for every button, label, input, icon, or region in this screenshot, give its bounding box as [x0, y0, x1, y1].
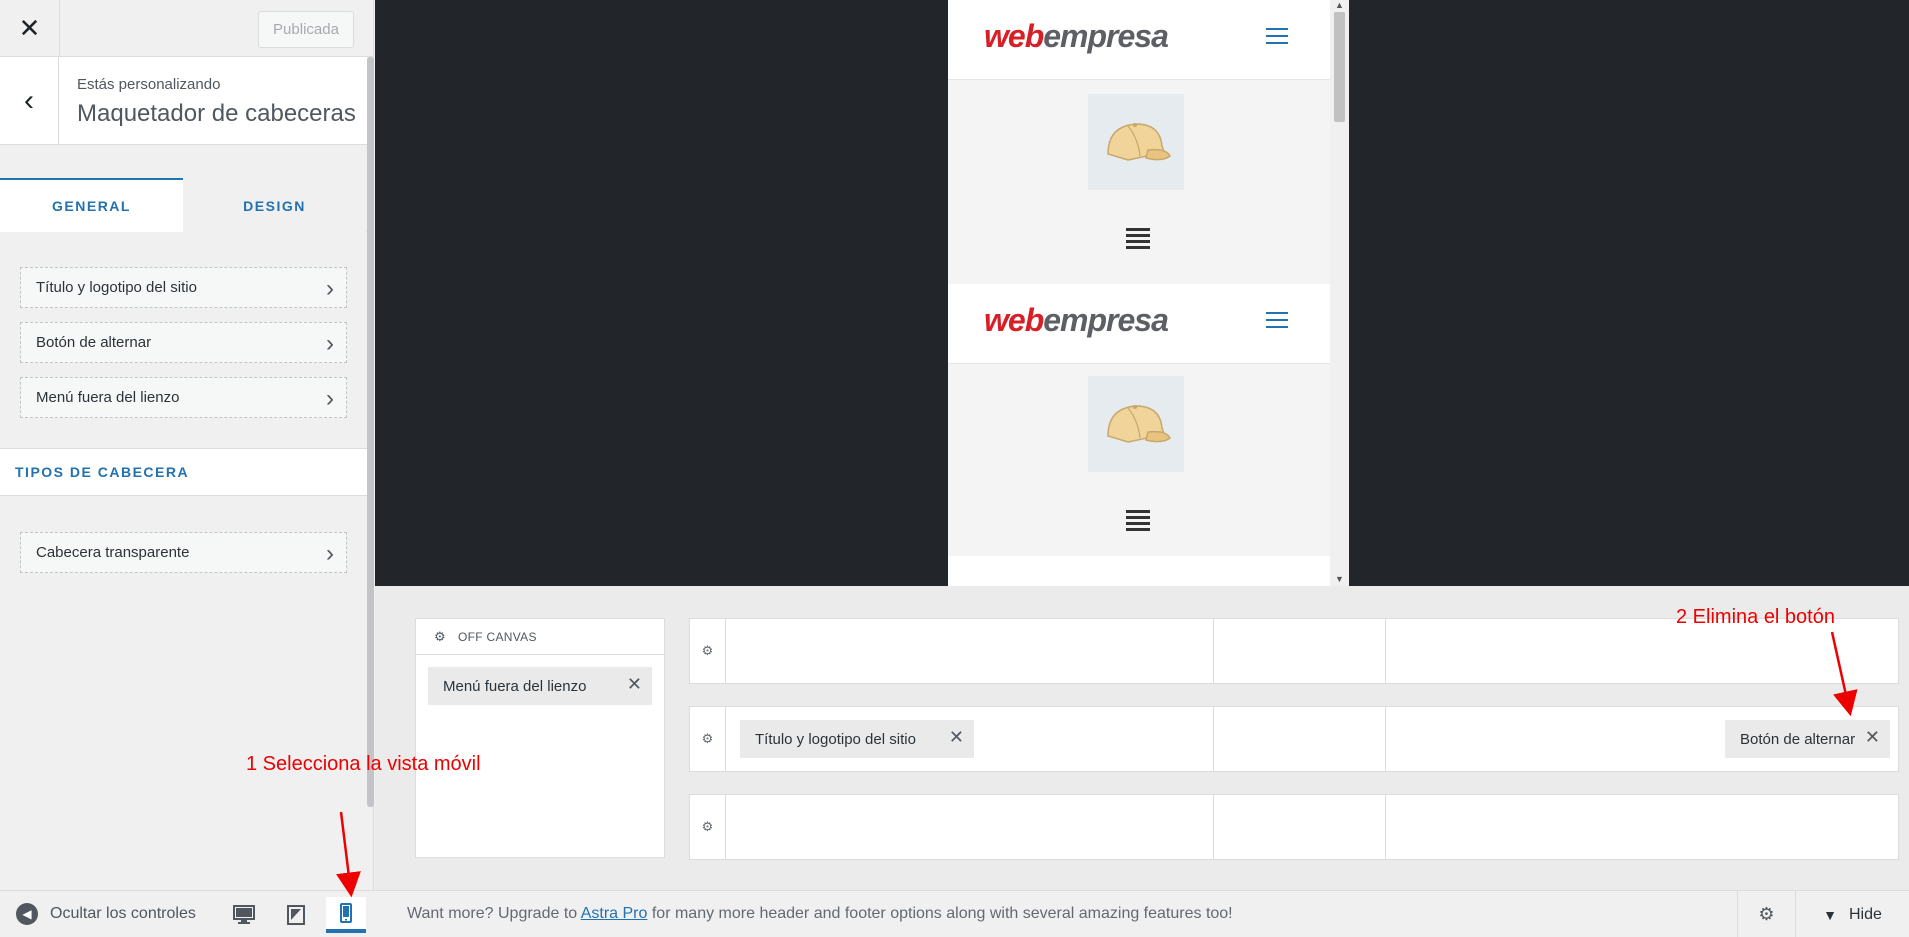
hamburger-menu-icon[interactable] [1266, 312, 1288, 330]
chevron-right-icon: › [326, 385, 334, 412]
off-canvas-panel: ⚙ OFF CANVAS Menú fuera del lienzo ✕ [415, 618, 665, 858]
back-button[interactable]: ‹ [0, 57, 59, 145]
column-divider [1213, 619, 1214, 683]
collapse-arrow-icon: ◀ [16, 903, 38, 925]
column-divider [1385, 619, 1386, 683]
desktop-icon [233, 905, 255, 924]
remove-item-icon[interactable]: ✕ [627, 674, 642, 695]
builder-item-label: Botón de alternar [1740, 730, 1856, 748]
gear-icon[interactable]: ⚙ [434, 629, 446, 645]
section-title: Maquetador de cabeceras [77, 100, 356, 127]
preview-site-header [948, 556, 1330, 586]
builder-item-label: Título y logotipo del sitio [755, 730, 916, 748]
remove-item-icon[interactable]: ✕ [949, 727, 964, 748]
builder-row-below-header: ⚙ [689, 794, 1899, 860]
hide-builder-button[interactable]: ▼ Hide [1795, 891, 1909, 937]
close-customizer-button[interactable]: ✕ [0, 0, 60, 57]
site-preview: webempresa webempresa ▲ ▼ [375, 0, 1909, 586]
cap-icon [1107, 405, 1171, 443]
preview-scrollbar[interactable]: ▲ ▼ [1330, 0, 1349, 586]
chevron-down-icon: ▼ [1823, 906, 1837, 923]
column-divider [1385, 707, 1386, 771]
astra-pro-link[interactable]: Astra Pro [581, 905, 648, 922]
header-builder: ⚙ OFF CANVAS Menú fuera del lienzo ✕ ⚙ ⚙… [375, 586, 1909, 890]
scroll-down-icon[interactable]: ▼ [1335, 574, 1344, 584]
chevron-right-icon: › [326, 330, 334, 357]
panel-item-label: Cabecera transparente [36, 544, 190, 561]
annotation-step-2: 2 Elimina el botón [1676, 606, 1835, 628]
panel-item-off-canvas-menu[interactable]: Menú fuera del lienzo › [20, 377, 347, 418]
off-canvas-label: OFF CANVAS [457, 629, 537, 644]
panel-item-label: Menú fuera del lienzo [36, 389, 180, 406]
chevron-right-icon: › [326, 275, 334, 302]
panel-item-toggle-button[interactable]: Botón de alternar › [20, 322, 347, 363]
row-settings-gear-icon[interactable]: ⚙ [690, 707, 726, 771]
mobile-icon [340, 903, 352, 923]
product-image [1088, 94, 1184, 190]
row-settings-gear-icon[interactable]: ⚙ [690, 619, 726, 683]
panel-item-transparent-header[interactable]: Cabecera transparente › [20, 532, 347, 573]
tab-design[interactable]: DESIGN [183, 178, 366, 232]
mobile-preview-frame[interactable]: webempresa webempresa [948, 0, 1330, 586]
builder-item-label: Menú fuera del lienzo [443, 677, 587, 695]
off-canvas-header[interactable]: ⚙ OFF CANVAS [416, 619, 664, 655]
builder-item-toggle-button[interactable]: Botón de alternar ✕ [1725, 720, 1890, 758]
published-button[interactable]: Publicada [258, 11, 354, 48]
header-types-heading: TIPOS DE CABECERA [0, 448, 367, 496]
panel-item-label: Botón de alternar [36, 334, 152, 351]
gear-icon: ⚙ [1758, 904, 1775, 924]
collapse-controls-button[interactable]: ◀ Ocultar los controles [16, 903, 196, 925]
device-tablet-button[interactable] [276, 897, 316, 933]
sidebar-header: ✕ Publicada [0, 0, 374, 57]
customizing-context-label: Estás personalizando [77, 76, 221, 93]
preview-site-header: webempresa [948, 0, 1330, 80]
sidebar-scrollbar[interactable] [367, 57, 374, 807]
sidebar-footer: ◀ Ocultar los controles [0, 890, 374, 937]
panel-item-site-title-logo[interactable]: Título y logotipo del sitio › [20, 267, 347, 308]
builder-row-primary-header: ⚙ Título y logotipo del sitio ✕ Botón de… [689, 706, 1899, 772]
preview-site-header: webempresa [948, 284, 1330, 364]
site-logo[interactable]: webempresa [984, 302, 1169, 339]
hide-label: Hide [1848, 905, 1882, 923]
builder-bottom-bar: Want more? Upgrade to Astra Pro for many… [375, 890, 1909, 937]
cap-icon [1107, 123, 1171, 161]
builder-settings-button[interactable]: ⚙ [1737, 891, 1795, 937]
hamburger-menu-icon[interactable] [1266, 28, 1288, 46]
builder-item-site-title-logo[interactable]: Título y logotipo del sitio ✕ [740, 720, 974, 758]
builder-item-off-canvas-menu[interactable]: Menú fuera del lienzo ✕ [428, 667, 652, 705]
device-desktop-button[interactable] [224, 897, 264, 933]
column-divider [1213, 707, 1214, 771]
column-divider [1385, 795, 1386, 859]
remove-item-icon[interactable]: ✕ [1865, 727, 1880, 748]
device-mobile-button[interactable] [326, 897, 366, 933]
tab-general[interactable]: GENERAL [0, 178, 183, 232]
sidebar-tabs: GENERAL DESIGN [0, 178, 367, 232]
panel-item-label: Título y logotipo del sitio [36, 279, 197, 296]
column-divider [1213, 795, 1214, 859]
chevron-left-icon: ‹ [24, 84, 34, 117]
list-icon [1126, 510, 1150, 534]
site-logo[interactable]: webempresa [984, 18, 1169, 55]
list-icon [1126, 228, 1150, 252]
close-icon: ✕ [18, 13, 41, 43]
section-title-bar: ‹ Estás personalizando Maquetador de cab… [0, 57, 367, 145]
collapse-label: Ocultar los controles [50, 905, 196, 922]
scroll-up-icon[interactable]: ▲ [1335, 0, 1344, 10]
annotation-step-1: 1 Selecciona la vista móvil [246, 753, 481, 775]
tablet-icon [287, 905, 305, 925]
row-settings-gear-icon[interactable]: ⚙ [690, 795, 726, 859]
upgrade-notice: Want more? Upgrade to Astra Pro for many… [407, 905, 1233, 922]
chevron-right-icon: › [326, 540, 334, 567]
product-image [1088, 376, 1184, 472]
preview-scrollbar-thumb[interactable] [1334, 12, 1345, 122]
